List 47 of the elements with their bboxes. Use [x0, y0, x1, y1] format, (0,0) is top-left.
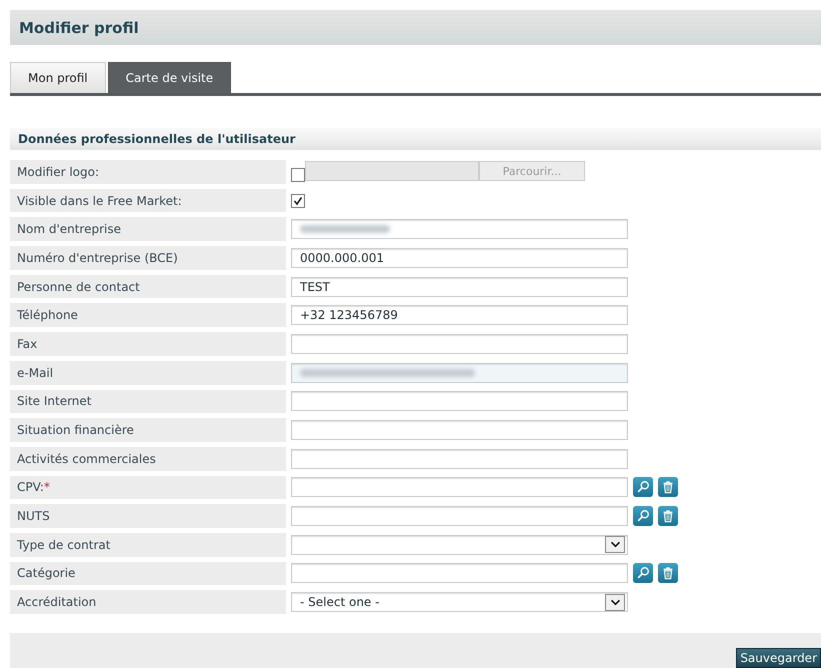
- input-field[interactable]: [291, 334, 628, 354]
- label-text: Fax: [17, 336, 38, 351]
- trash-icon[interactable]: [658, 477, 678, 498]
- input-field[interactable]: [291, 362, 628, 383]
- label-text: Numéro d'entreprise (BCE): [17, 250, 178, 265]
- search-icon[interactable]: [633, 563, 653, 584]
- trash-icon[interactable]: [658, 506, 678, 526]
- file-path-field[interactable]: [305, 161, 479, 181]
- tab[interactable]: Carte de visite: [108, 62, 232, 93]
- label-text: e-Mail: [17, 366, 54, 380]
- save-button[interactable]: Sauvegarder: [736, 648, 821, 668]
- input-field[interactable]: [291, 477, 628, 498]
- label-text: Accréditation: [17, 595, 96, 610]
- label-text: Visible dans le Free Market:: [17, 194, 182, 208]
- chevron-down-icon: [605, 536, 625, 554]
- input-field[interactable]: [291, 391, 628, 412]
- search-icon[interactable]: [633, 506, 653, 526]
- label-text: Nom d'entreprise: [17, 222, 122, 236]
- input-field[interactable]: [291, 420, 628, 440]
- required-asterisk: *: [44, 480, 50, 494]
- chevron-down-icon: [605, 594, 625, 611]
- label-text: Activités commerciales: [17, 452, 156, 466]
- label-text: Téléphone: [17, 308, 78, 322]
- input-field[interactable]: [291, 506, 628, 526]
- search-icon[interactable]: [633, 477, 653, 498]
- checkbox[interactable]: [291, 194, 305, 208]
- input-field[interactable]: +32 123456789: [291, 305, 628, 326]
- label-text: Modifier logo:: [17, 164, 100, 179]
- dropdown[interactable]: - Select one -: [291, 592, 628, 612]
- input-field[interactable]: [291, 563, 628, 584]
- label-text: Personne de contact: [17, 280, 140, 294]
- page-title: Modifier profil: [19, 18, 139, 36]
- label-text: Catégorie: [17, 566, 76, 580]
- dropdown[interactable]: [291, 534, 628, 555]
- label-text: NUTS: [17, 509, 50, 524]
- trash-icon[interactable]: [658, 563, 678, 584]
- label-text: Situation financière: [17, 423, 134, 438]
- tab[interactable]: Mon profil: [10, 62, 106, 93]
- input-field[interactable]: TEST: [291, 276, 628, 297]
- input-field[interactable]: [291, 448, 628, 469]
- input-field[interactable]: [291, 219, 628, 240]
- label-text: Type de contrat: [17, 538, 110, 552]
- label-text: CPV:: [17, 480, 44, 494]
- input-field[interactable]: 0000.000.001: [291, 248, 628, 268]
- checkbox[interactable]: [291, 168, 305, 182]
- section-title: Données professionnelles de l'utilisateur: [18, 132, 296, 146]
- label-text: Site Internet: [17, 394, 92, 408]
